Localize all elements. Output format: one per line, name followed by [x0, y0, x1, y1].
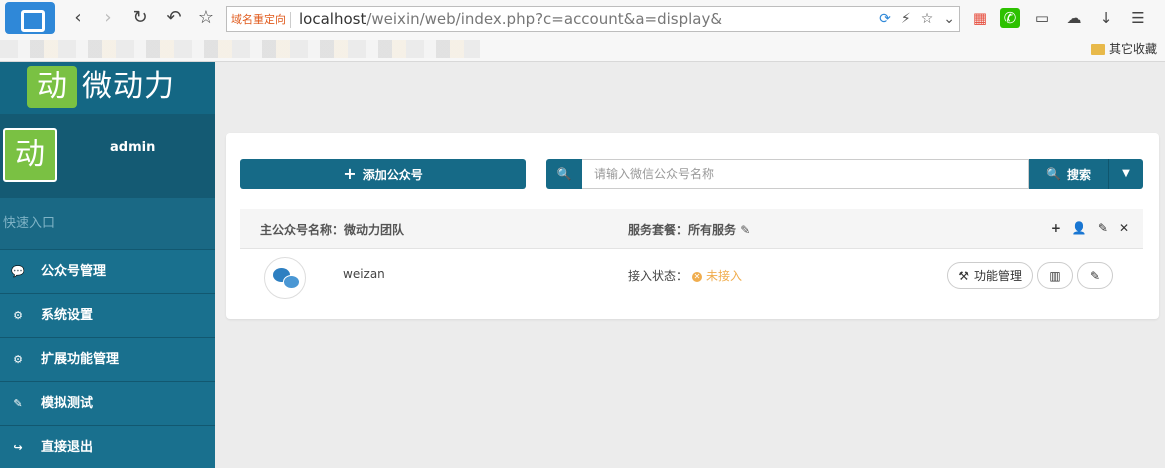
edit-icon: ✎ [13, 397, 23, 410]
profile: 动 admin [0, 114, 215, 198]
service-package: 服务套餐：所有服务 ✎ [628, 223, 751, 237]
address-url[interactable]: localhost/weixin/web/index.php?c=account… [299, 10, 722, 28]
edit-icon[interactable]: ✎ [1098, 221, 1108, 235]
edit-account-button[interactable]: ✎ [1077, 262, 1113, 289]
reload-icon[interactable]: ↻ [128, 6, 152, 30]
blurred-bookmarks [0, 40, 480, 58]
wechat-icon[interactable]: ✆ [1000, 8, 1020, 28]
chart-icon: ▥ [1049, 268, 1061, 283]
sidebar-item-label: 模拟测试 [41, 396, 94, 411]
gear-icon: ⚙ [13, 309, 23, 322]
address-tag: 域名重定向 [231, 12, 291, 28]
sidebar-item-simulation-test[interactable]: ✎ 模拟测试 [0, 381, 215, 425]
tools-icon: ⚒ [958, 268, 969, 283]
sidebar-item-extensions[interactable]: ⚙ 扩展功能管理 [0, 337, 215, 381]
address-icons: ⟳ ⚡ ☆ ⌄ [879, 10, 955, 28]
brand-text: 微动力 [82, 69, 175, 104]
add-account-label: 添加公众号 [362, 167, 423, 182]
bookmark-folder[interactable]: 其它收藏 [1090, 40, 1157, 58]
wechat-avatar-icon [264, 257, 306, 299]
bookmark-star-icon[interactable]: ☆ [921, 10, 934, 28]
search-button-icon: 🔍 [1046, 167, 1061, 181]
bookmarks-bar: 其它收藏 [0, 36, 1165, 62]
statistics-button[interactable]: ▥ [1037, 262, 1073, 289]
gears-icon: ⚙ [13, 353, 23, 366]
function-management-button[interactable]: ⚒ 功能管理 [947, 262, 1033, 289]
avatar[interactable]: 动 [3, 128, 57, 182]
search-button-label: 搜索 [1066, 167, 1091, 182]
download-icon[interactable]: ↓ [1096, 8, 1116, 28]
sidebar-item-logout[interactable]: ↪ 直接退出 [0, 425, 215, 468]
account-row: weizan 接入状态： ✕ 未接入 ⚒ 功能管理 ▥ ✎ [240, 249, 1143, 305]
account-name: weizan [343, 267, 385, 281]
browser-chrome: ‹ › ↻ ↶ ☆ 域名重定向 localhost/weixin/web/ind… [0, 0, 1165, 62]
undo-icon[interactable]: ↶ [162, 6, 186, 30]
main-account-name: 主公众号名称：微动力团队 [260, 223, 405, 237]
function-management-label: 功能管理 [973, 269, 1022, 283]
search-dropdown-button[interactable]: ▼ [1109, 159, 1143, 189]
plus-icon: + [343, 164, 357, 183]
sidebar: 动 微动力 动 admin 快速入口 💬 公众号管理 ⚙ 系统设置 ⚙ 扩展功能… [0, 62, 215, 468]
sidebar-item-account-management[interactable]: 💬 公众号管理 [0, 249, 215, 293]
apps-icon[interactable]: ▦ [970, 8, 990, 28]
pencil-icon[interactable]: ✎ [740, 223, 750, 237]
back-icon[interactable]: ‹ [66, 6, 90, 30]
add-icon[interactable]: + [1051, 221, 1061, 235]
status-label: 接入状态： ✕ [628, 269, 703, 283]
search-button[interactable]: 🔍 搜索 [1029, 159, 1109, 189]
status-x-icon: ✕ [692, 271, 703, 282]
row-actions: ⚒ 功能管理 ▥ ✎ [947, 262, 1113, 289]
brand-logo: 动 [27, 66, 77, 108]
group-actions: + 👤 ✎ ✕ [1051, 221, 1129, 235]
folder-icon [1090, 43, 1105, 55]
chat-icon: 💬 [11, 265, 25, 278]
pencil-icon: ✎ [1089, 268, 1101, 283]
sidebar-menu: 💬 公众号管理 ⚙ 系统设置 ⚙ 扩展功能管理 ✎ 模拟测试 ↪ 直接退出 [0, 249, 215, 468]
sidebar-item-system-settings[interactable]: ⚙ 系统设置 [0, 293, 215, 337]
username[interactable]: admin [110, 140, 155, 155]
caret-down-icon: ▼ [1122, 168, 1130, 179]
browser-logo-icon[interactable] [5, 2, 55, 34]
status-badge: 未接入 [706, 269, 743, 283]
quick-entry-label: 快速入口 [0, 198, 215, 249]
star-icon[interactable]: ☆ [194, 6, 218, 30]
menu-icon[interactable]: ☰ [1128, 8, 1148, 28]
dropdown-icon[interactable]: ⌄ [943, 10, 955, 28]
brand[interactable]: 动 微动力 [0, 62, 215, 114]
sidebar-item-label: 扩展功能管理 [41, 352, 120, 367]
sidebar-item-label: 系统设置 [41, 308, 94, 323]
logout-icon: ↪ [13, 441, 23, 454]
user-icon[interactable]: 👤 [1072, 221, 1087, 235]
search-group: 🔍 🔍 搜索 ▼ [546, 159, 1143, 189]
cloud-icon[interactable]: ☁ [1064, 8, 1084, 28]
search-icon: 🔍 [546, 159, 582, 189]
forward-icon[interactable]: › [96, 6, 120, 30]
account-panel: + 添加公众号 🔍 🔍 搜索 ▼ 主公众号名称：微动力团队 服务套餐：所有服务 … [226, 133, 1159, 319]
lightning-icon[interactable]: ⚡ [901, 10, 911, 28]
sidebar-item-label: 公众号管理 [41, 264, 107, 279]
screenshot-icon[interactable]: ▭ [1032, 8, 1052, 28]
search-input[interactable] [582, 159, 1029, 189]
account-group-header: 主公众号名称：微动力团队 服务套餐：所有服务 ✎ + 👤 ✎ ✕ [240, 209, 1143, 249]
sidebar-item-label: 直接退出 [41, 440, 94, 455]
refresh-icon[interactable]: ⟳ [879, 10, 891, 28]
address-bar[interactable]: 域名重定向 localhost/weixin/web/index.php?c=a… [226, 6, 960, 32]
close-icon[interactable]: ✕ [1119, 221, 1129, 235]
add-account-button[interactable]: + 添加公众号 [240, 159, 526, 189]
